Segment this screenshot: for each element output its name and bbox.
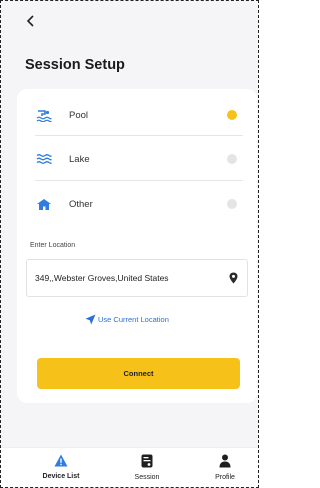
option-label: Other [69,198,93,210]
session-device-icon [141,454,153,468]
tab-label: Session [134,474,160,481]
option-label: Pool [69,109,89,121]
app-screen: Session Setup Pool Lake Other Enter Loca… [0,0,259,488]
session-setup-card: Pool Lake Other Enter Location 349,,Webs… [17,89,257,403]
page-title: Session Setup [25,57,125,73]
radio-unselected[interactable] [227,199,237,209]
radio-selected[interactable] [227,110,237,120]
radio-unselected[interactable] [227,154,237,164]
use-current-location-link[interactable]: Use Current Location [85,314,169,325]
pool-icon [35,108,53,122]
location-field[interactable] [26,259,248,297]
tab-session[interactable]: Session [117,454,177,481]
map-pin-icon[interactable] [229,271,238,289]
tab-device-list[interactable]: Device List [31,454,91,480]
navigation-arrow-icon [85,314,96,325]
tab-label: Device List [42,473,80,480]
house-icon [35,197,53,211]
lake-waves-icon [35,152,53,166]
person-icon [219,454,231,468]
chevron-left-icon [26,15,34,27]
location-input[interactable] [35,273,215,283]
location-label: Enter Location [30,242,76,249]
connect-button[interactable]: Connect [37,358,240,389]
back-button[interactable] [23,11,37,31]
divider [35,135,243,136]
option-lake[interactable]: Lake [35,139,243,179]
tab-profile[interactable]: Profile [195,454,255,481]
warning-triangle-icon [54,454,68,467]
divider [35,180,243,181]
option-other[interactable]: Other [35,184,243,224]
bottom-tab-bar: Device List Session Profile [1,447,258,487]
option-label: Lake [69,153,90,165]
use-current-location-label: Use Current Location [98,315,169,324]
option-pool[interactable]: Pool [35,95,243,135]
tab-label: Profile [215,474,235,481]
